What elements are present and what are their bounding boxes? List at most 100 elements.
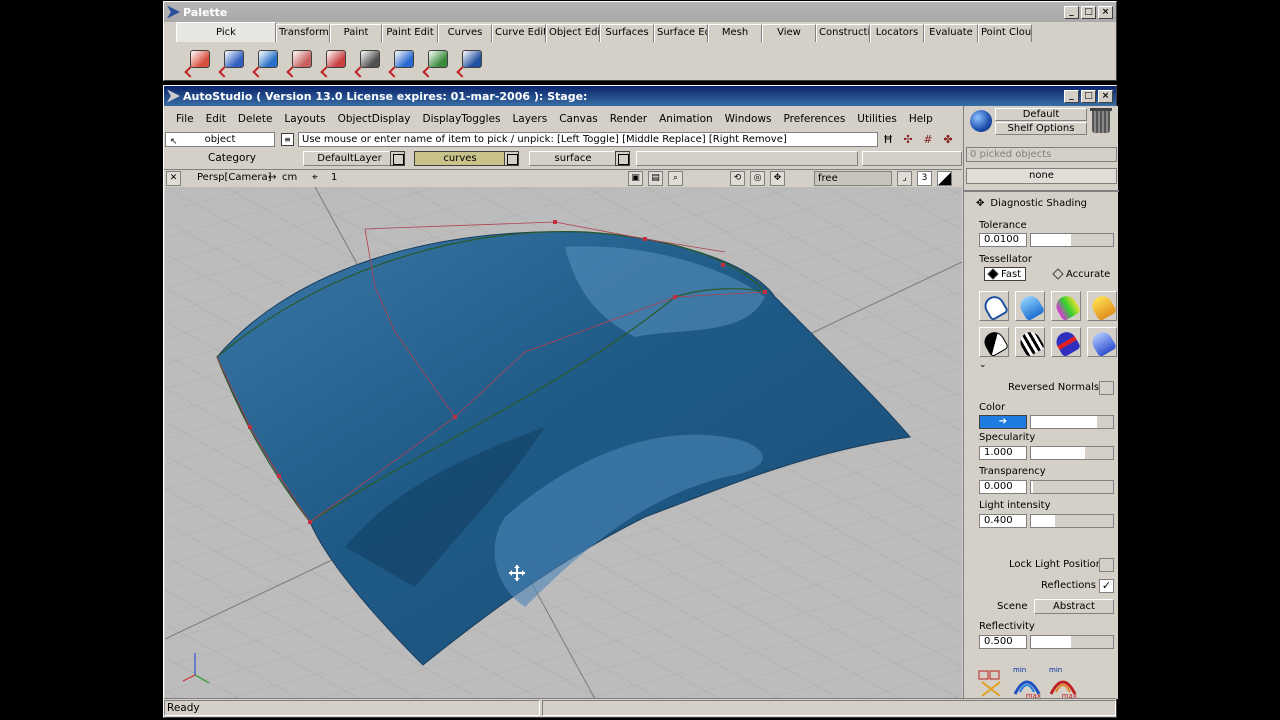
history-icon[interactable]: Ħ: [880, 132, 896, 147]
menu-file[interactable]: File: [170, 113, 200, 125]
transparency-input[interactable]: 0.000: [979, 480, 1027, 494]
shelf-options-button[interactable]: Shelf Options: [995, 122, 1087, 135]
light-intensity-input[interactable]: 0.400: [979, 514, 1027, 528]
zoom-icon[interactable]: ⌕: [668, 171, 683, 186]
menu-utilities[interactable]: Utilities: [851, 113, 903, 125]
shelf-default-button[interactable]: Default: [995, 108, 1087, 121]
light-intensity-slider[interactable]: [1030, 514, 1114, 528]
menu-help[interactable]: Help: [903, 113, 939, 125]
tab-paint-edit[interactable]: Paint Edit: [382, 24, 438, 42]
layer-curves-visibility[interactable]: [504, 151, 519, 166]
resize-view-icon[interactable]: ⌟: [897, 171, 912, 186]
expand-arrow-icon[interactable]: ⌄: [979, 360, 987, 370]
reflectivity-slider[interactable]: [1030, 635, 1114, 649]
tab-surfaces[interactable]: Surfaces: [600, 24, 654, 42]
layer-empty-slot[interactable]: [636, 151, 858, 166]
pick-toggle-icon[interactable]: ✣: [900, 132, 916, 147]
menu-edit[interactable]: Edit: [200, 113, 232, 125]
reflectivity-input[interactable]: 0.500: [979, 635, 1027, 649]
menu-layouts[interactable]: Layouts: [278, 113, 331, 125]
transparency-slider[interactable]: [1030, 480, 1114, 494]
specularity-input[interactable]: 1.000: [979, 446, 1027, 460]
cv-point[interactable]: [721, 263, 725, 267]
close-button[interactable]: ×: [1098, 5, 1113, 19]
layer-default[interactable]: DefaultLayer: [303, 151, 396, 166]
tab-transform[interactable]: Transform: [276, 24, 330, 42]
pick-grid-icon[interactable]: #: [920, 132, 936, 147]
cv-point[interactable]: [248, 425, 252, 429]
pick-curve-on-surface-icon[interactable]: [354, 46, 384, 78]
close-button[interactable]: ×: [1098, 89, 1113, 103]
shade-zebra-button[interactable]: [1015, 327, 1045, 357]
shade-multicolor-button[interactable]: [1015, 291, 1045, 321]
prompt-line[interactable]: Use mouse or enter name of item to pick …: [298, 132, 878, 147]
tab-mesh[interactable]: Mesh: [708, 24, 762, 42]
view-mode-field[interactable]: free: [814, 171, 892, 186]
pick-object-icon[interactable]: [184, 46, 214, 78]
layer-surface-visibility[interactable]: [615, 151, 630, 166]
menu-render[interactable]: Render: [604, 113, 653, 125]
tab-surface-edit[interactable]: Surface Edit: [654, 24, 708, 42]
pick-cv-icon[interactable]: [252, 46, 282, 78]
trash-icon[interactable]: [1090, 108, 1112, 133]
maximize-button[interactable]: □: [1081, 5, 1096, 19]
menu-animation[interactable]: Animation: [653, 113, 719, 125]
tab-point-clouds[interactable]: Point Clouds: [978, 24, 1032, 42]
scene-dropdown[interactable]: Abstract: [1034, 599, 1114, 614]
notes-icon[interactable]: ≡: [281, 133, 294, 146]
lock-light-checkbox[interactable]: [1099, 558, 1114, 572]
tess-accurate-radio[interactable]: Accurate: [1050, 267, 1114, 281]
cv-point[interactable]: [643, 237, 647, 241]
layer-default-visibility[interactable]: [390, 151, 405, 166]
tess-fast-radio[interactable]: Fast: [984, 267, 1027, 281]
globe-icon[interactable]: [970, 110, 992, 132]
shade-curvature-button[interactable]: [1051, 291, 1081, 321]
color-swatch[interactable]: ➔: [979, 415, 1027, 429]
reflections-checkbox[interactable]: ✓: [1099, 579, 1114, 593]
maximize-button[interactable]: □: [1081, 89, 1096, 103]
shade-gaussian-button[interactable]: [1087, 291, 1117, 321]
shade-cross-section-button[interactable]: [1051, 327, 1081, 357]
cv-point[interactable]: [453, 415, 457, 419]
tumble-icon[interactable]: ⟲: [730, 171, 745, 186]
curvature-range-icon[interactable]: min max: [1048, 666, 1078, 700]
category-label[interactable]: Category: [165, 152, 299, 164]
view-count[interactable]: 3: [917, 171, 932, 186]
pick-nothing-icon[interactable]: [456, 46, 486, 78]
tab-curve-edit[interactable]: Curve Edit: [492, 24, 546, 42]
menu-objectdisplay[interactable]: ObjectDisplay: [332, 113, 417, 125]
minimize-button[interactable]: _: [1064, 89, 1079, 103]
menu-delete[interactable]: Delete: [232, 113, 279, 125]
cv-point[interactable]: [673, 295, 677, 299]
pick-point-icon[interactable]: ✤: [940, 132, 956, 147]
collapse-arrow-icon[interactable]: ✥: [976, 198, 984, 209]
frame-icon[interactable]: ◎: [750, 171, 765, 186]
shade-horizon-button[interactable]: [1087, 327, 1117, 357]
tab-curves[interactable]: Curves: [438, 24, 492, 42]
pick-point-icon[interactable]: [422, 46, 452, 78]
tab-view[interactable]: View: [762, 24, 816, 42]
viewport-canvas[interactable]: [165, 187, 962, 699]
color-slider[interactable]: [1030, 415, 1114, 429]
pick-template-icon[interactable]: [286, 46, 316, 78]
menu-windows[interactable]: Windows: [719, 113, 778, 125]
layer-empty-slot[interactable]: [862, 151, 962, 166]
tolerance-slider[interactable]: [1030, 233, 1114, 247]
shade-toggle-icon[interactable]: [937, 171, 952, 186]
menu-canvas[interactable]: Canvas: [553, 113, 604, 125]
cv-point[interactable]: [553, 220, 557, 224]
minimize-button[interactable]: _: [1064, 5, 1079, 19]
cv-point[interactable]: [308, 520, 312, 524]
pick-component-icon[interactable]: [218, 46, 248, 78]
camera-name[interactable]: Persp[Camera]: [197, 172, 272, 183]
tab-object-edit[interactable]: Object Edit: [546, 24, 600, 42]
close-view-icon[interactable]: ✕: [166, 171, 181, 186]
shade-wireframe-button[interactable]: [979, 291, 1009, 321]
layer-curves[interactable]: curves: [414, 151, 506, 166]
delete-all-icon[interactable]: [976, 668, 1006, 698]
camera-video-icon[interactable]: ▤: [648, 171, 663, 186]
cv-point[interactable]: [277, 474, 281, 478]
pick-surface-icon[interactable]: [388, 46, 418, 78]
tolerance-input[interactable]: 0.0100: [979, 233, 1027, 247]
tab-pick[interactable]: Pick: [176, 22, 276, 42]
